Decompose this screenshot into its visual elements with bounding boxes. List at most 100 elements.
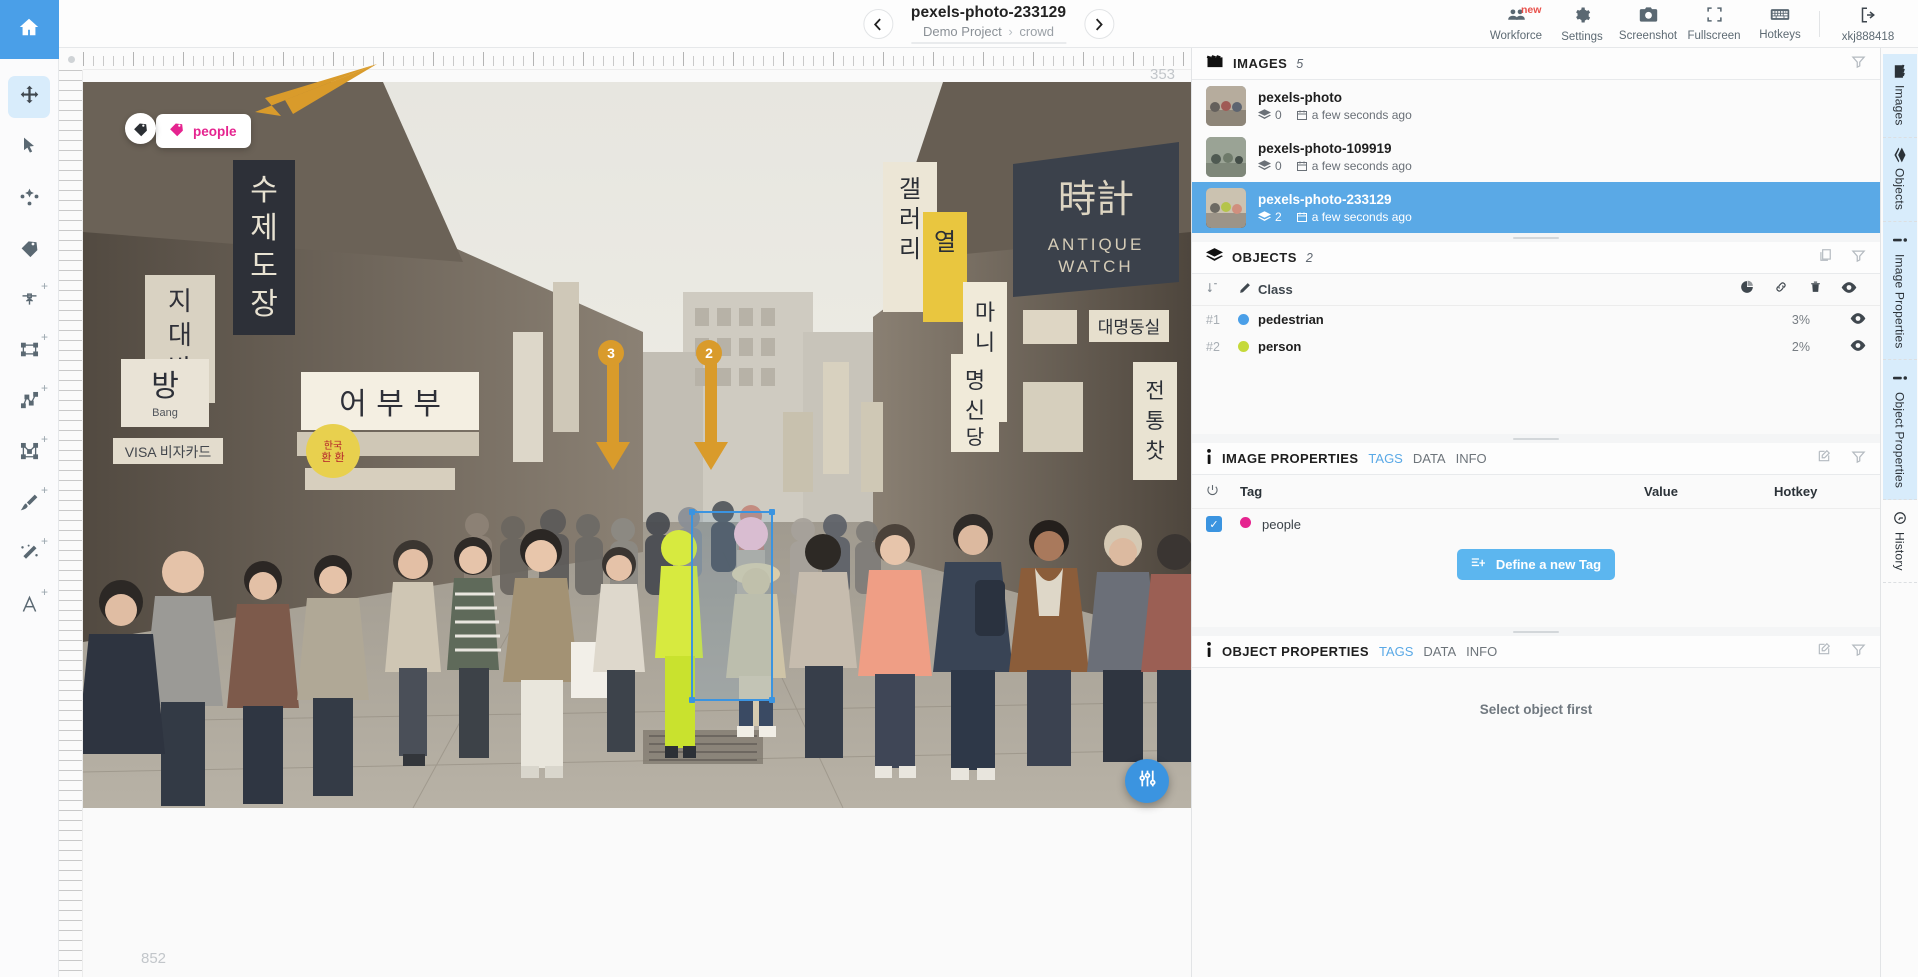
image-canvas[interactable]: 21 42 63 353 1280 852 [59, 48, 1191, 977]
list-item[interactable]: pexels-photo-109919 0 a few seconds ago [1192, 131, 1880, 182]
tag-icon [19, 237, 40, 263]
svg-text:대: 대 [168, 321, 192, 351]
annotation-tool-app: + + + + + [0, 0, 1918, 977]
trash-icon[interactable] [1798, 280, 1832, 299]
tab-tags[interactable]: TAGS [1379, 644, 1413, 659]
link-icon[interactable] [1764, 280, 1798, 299]
tab-objects[interactable]: Objects [1883, 138, 1917, 222]
panel-resize-handle[interactable] [1192, 434, 1880, 443]
image-meta: pexels-photo-233129 2 a few seconds ago [1258, 192, 1412, 224]
ruler-origin[interactable] [59, 48, 83, 70]
class-color-dot [1238, 341, 1249, 352]
fullscreen-icon [1706, 6, 1723, 28]
define-new-tag-button[interactable]: Define a new Tag [1457, 549, 1615, 580]
panel-resize-handle[interactable] [1192, 233, 1880, 242]
fullscreen-button[interactable]: Fullscreen [1681, 0, 1747, 48]
bbox-handle-br[interactable] [769, 697, 775, 703]
bbox-handle-tr[interactable] [769, 509, 775, 515]
image-tag-badge[interactable] [125, 113, 156, 144]
tab-data[interactable]: DATA [1423, 644, 1456, 659]
table-row[interactable]: #1 pedestrian 3% [1192, 306, 1880, 333]
tag-checkbox[interactable]: ✓ [1206, 516, 1240, 532]
annotation-arrow-3 [581, 362, 641, 472]
objects-class-column[interactable]: Class [1238, 282, 1730, 298]
filter-icon[interactable] [1851, 642, 1866, 662]
filter-icon[interactable] [1851, 449, 1866, 469]
tag-tool[interactable] [8, 229, 50, 271]
select-tool[interactable] [8, 127, 50, 169]
filter-icon[interactable] [1851, 248, 1866, 268]
workforce-button[interactable]: new Workforce [1483, 0, 1549, 48]
eye-icon[interactable] [1832, 281, 1866, 299]
polyline-tool[interactable]: + [8, 382, 50, 424]
tab-image-properties[interactable]: Image Properties [1883, 222, 1917, 361]
user-menu-button[interactable]: xkj888418 [1826, 0, 1910, 48]
checkbox-checked-icon: ✓ [1206, 516, 1222, 532]
tab-data[interactable]: DATA [1413, 451, 1446, 466]
point-tool[interactable]: + [8, 280, 50, 322]
svg-text:VISA 비자카드: VISA 비자카드 [125, 444, 212, 460]
panel-resize-handle[interactable] [1192, 627, 1880, 636]
pie-chart-icon[interactable] [1730, 280, 1764, 299]
page-title: pexels-photo-233129 [911, 4, 1066, 22]
selected-bounding-box[interactable] [691, 511, 773, 701]
edit-icon[interactable] [1817, 642, 1831, 661]
copy-icon[interactable] [1818, 248, 1832, 267]
home-button[interactable] [0, 0, 59, 59]
rectangle-icon [19, 339, 40, 365]
svg-text:어 부 부: 어 부 부 [339, 387, 441, 422]
image-properties-section: IMAGE PROPERTIES TAGS DATA INFO Tag Valu… [1192, 443, 1880, 627]
svg-text:한국: 한국 [324, 440, 342, 452]
tab-history[interactable]: History [1883, 500, 1917, 583]
table-row[interactable]: #2 person 2% [1192, 333, 1880, 360]
filter-icon[interactable] [1851, 54, 1866, 74]
previous-image-button[interactable] [863, 9, 893, 39]
brush-tool[interactable]: + [8, 484, 50, 526]
transform-tool[interactable] [8, 178, 50, 220]
sort-icon[interactable] [1206, 281, 1238, 299]
info-icon [1893, 375, 1907, 381]
image-name: pexels-photo-109919 [1258, 141, 1412, 156]
images-list[interactable]: pexels-photo 0 a few seconds ago [1192, 80, 1880, 233]
polygon-tool[interactable]: + [8, 433, 50, 475]
text-tool[interactable]: + [8, 586, 50, 628]
list-item[interactable]: pexels-photo 0 a few seconds ago [1192, 80, 1880, 131]
polygon-icon [19, 441, 40, 467]
image-submeta: 0 a few seconds ago [1258, 108, 1412, 122]
bbox-handle-tl[interactable] [689, 509, 695, 515]
hotkeys-button[interactable]: Hotkeys [1747, 0, 1813, 48]
tab-info[interactable]: INFO [1456, 451, 1487, 466]
tab-images[interactable]: Images [1883, 54, 1917, 138]
brush-icon [19, 492, 40, 518]
bbox-tool[interactable]: + [8, 331, 50, 373]
magic-wand-tool[interactable]: + [8, 535, 50, 577]
breadcrumb-dataset[interactable]: crowd [1019, 24, 1054, 39]
objects-title: OBJECTS [1232, 250, 1297, 265]
plus-icon: + [41, 333, 48, 341]
edit-icon[interactable] [1817, 449, 1831, 468]
tab-object-properties[interactable]: Object Properties [1883, 360, 1917, 500]
table-row[interactable]: ✓ people [1192, 509, 1880, 539]
svg-text:니: 니 [975, 331, 995, 356]
image-meta: pexels-photo-109919 0 a few seconds ago [1258, 141, 1412, 173]
images-count: 5 [1296, 57, 1303, 71]
pan-tool[interactable] [8, 76, 50, 118]
eye-icon[interactable] [1810, 339, 1866, 355]
settings-button[interactable]: Settings [1549, 0, 1615, 48]
image-name: pexels-photo [1258, 90, 1412, 105]
right-panel: IMAGES 5 pexels-photo 0 [1191, 48, 1880, 977]
svg-text:러: 러 [899, 205, 921, 233]
svg-text:당: 당 [966, 425, 984, 449]
tab-info[interactable]: INFO [1466, 644, 1497, 659]
screenshot-button[interactable]: Screenshot [1615, 0, 1681, 48]
info-icon [1893, 237, 1907, 243]
canvas-settings-button[interactable] [1125, 759, 1169, 803]
eye-icon[interactable] [1810, 312, 1866, 328]
list-item-selected[interactable]: pexels-photo-233129 2 a few seconds ago [1192, 182, 1880, 233]
bbox-handle-bl[interactable] [689, 697, 695, 703]
tab-tags[interactable]: TAGS [1368, 451, 1402, 466]
breadcrumb-project[interactable]: Demo Project [923, 24, 1002, 39]
annotation-number-3: 3 [598, 340, 624, 366]
next-image-button[interactable] [1084, 9, 1114, 39]
power-icon[interactable] [1206, 484, 1240, 500]
